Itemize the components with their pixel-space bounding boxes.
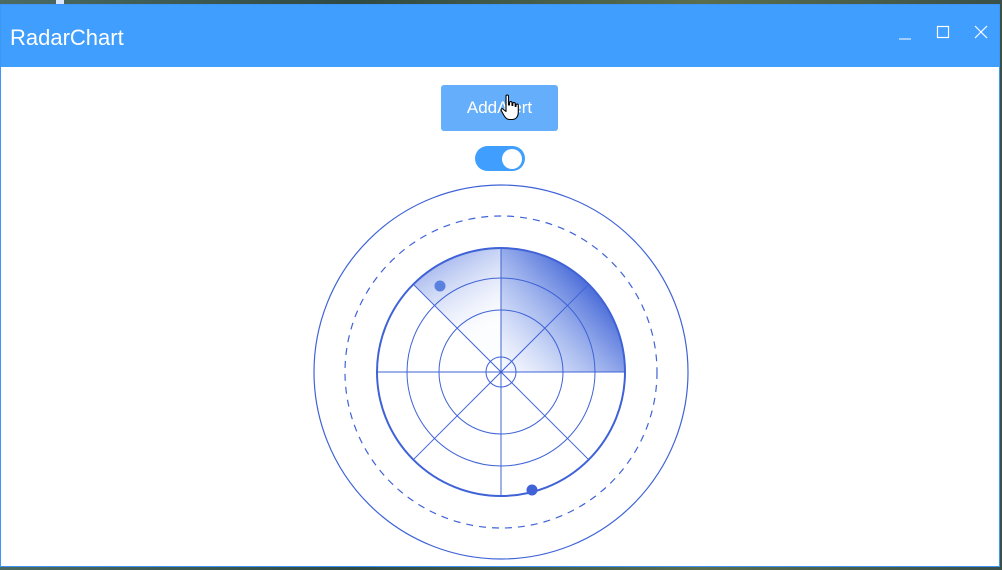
- radar-spokes: [377, 248, 625, 496]
- toggle-knob: [502, 148, 522, 169]
- radar-blip: [526, 484, 538, 496]
- radar-toggle[interactable]: [475, 146, 525, 171]
- window-title: RadarChart: [10, 25, 124, 50]
- minimize-button[interactable]: [890, 17, 920, 47]
- app-window: RadarChart AddAlert: [0, 4, 1000, 567]
- maximize-button[interactable]: [928, 17, 958, 47]
- hand-cursor-icon: [500, 94, 519, 121]
- close-icon: [974, 25, 988, 39]
- maximize-icon: [936, 25, 950, 39]
- radar-blip: [434, 280, 446, 292]
- radar-chart: [313, 184, 689, 560]
- minimize-icon: [899, 38, 911, 40]
- title-bar: RadarChart: [1, 5, 999, 67]
- close-button[interactable]: [966, 17, 996, 47]
